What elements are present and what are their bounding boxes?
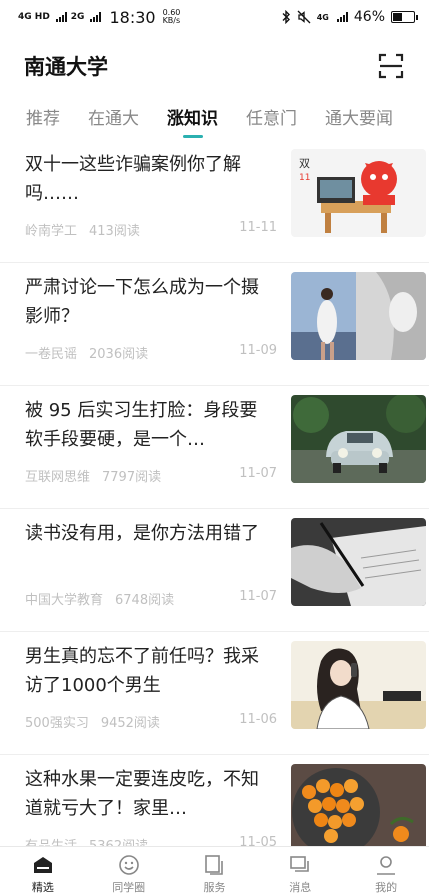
list-item[interactable]: 严肃讨论一下怎么成为一个摄影师？ 一卷民谣 2036阅读 11-09 bbox=[0, 263, 429, 386]
article-date: 11-07 bbox=[239, 589, 277, 604]
signal-bars-icon bbox=[90, 12, 102, 22]
article-thumbnail bbox=[291, 764, 426, 846]
article-source: 一卷民谣 bbox=[25, 347, 78, 362]
battery-percent: 46% bbox=[353, 9, 385, 25]
page-title: 南通大学 bbox=[24, 55, 108, 79]
article-source: 中国大学教育 bbox=[25, 593, 104, 608]
article-reads: 9452阅读 bbox=[100, 716, 160, 731]
article-thumbnail bbox=[291, 641, 426, 729]
nav-label: 同学圈 bbox=[112, 881, 146, 894]
svg-text:双: 双 bbox=[299, 157, 310, 170]
list-item[interactable]: 读书没有用，是你方法用错了 中国大学教育 6748阅读 11-07 bbox=[0, 509, 429, 632]
article-meta: 一卷民谣 2036阅读 11-09 bbox=[25, 343, 277, 362]
nav-featured[interactable]: 精选 bbox=[0, 847, 86, 896]
home-icon bbox=[33, 857, 52, 873]
article-meta: 500强实习 9452阅读 11-06 bbox=[25, 712, 277, 731]
nav-label: 服务 bbox=[203, 881, 226, 894]
nav-profile[interactable]: 我的 bbox=[343, 847, 429, 896]
signal-bars-icon bbox=[55, 12, 67, 22]
article-thumbnail: 双 11 bbox=[291, 149, 426, 237]
smile-icon bbox=[118, 855, 139, 875]
article-meta: 中国大学教育 6748阅读 11-07 bbox=[25, 589, 277, 608]
article-source: 互联网思维 bbox=[25, 470, 91, 485]
network-speed: 0.60 KB/s bbox=[163, 9, 181, 25]
article-title: 严肃讨论一下怎么成为一个摄影师？ bbox=[25, 277, 259, 327]
profile-icon bbox=[377, 856, 396, 875]
article-source: 有品生活 bbox=[25, 835, 77, 846]
list-item[interactable]: 这种水果一定要连皮吃，不知道就亏大了！家里… 有品生活 5362阅读 11-05 bbox=[0, 755, 429, 846]
signal-4g-icon: 4G HD bbox=[18, 11, 50, 22]
article-date: 11-06 bbox=[239, 712, 277, 727]
article-source: 500强实习 bbox=[25, 716, 89, 731]
app-header: 南通大学 bbox=[0, 44, 429, 88]
article-reads: 7797阅读 bbox=[102, 470, 162, 485]
article-title: 被 95 后实习生打脸：身段要软手段要硬，是一个… bbox=[25, 400, 258, 450]
article-date: 11-05 bbox=[239, 835, 277, 846]
signal-bars-icon bbox=[336, 12, 348, 22]
service-icon bbox=[205, 855, 224, 875]
article-date: 11-07 bbox=[239, 466, 277, 481]
article-source: 岭南学工 bbox=[25, 224, 78, 239]
article-date: 11-11 bbox=[239, 220, 277, 235]
tab-university-news[interactable]: 通大要闻 bbox=[325, 104, 393, 129]
status-bar: 4G HD 2G 18:30 0.60 KB/s 4G 46% bbox=[0, 0, 429, 34]
article-title: 这种水果一定要连皮吃，不知道就亏大了！家里… bbox=[25, 769, 259, 819]
nav-messages[interactable]: 消息 bbox=[257, 847, 343, 896]
network-label-3: 4G bbox=[316, 12, 329, 22]
tab-portal[interactable]: 任意门 bbox=[246, 104, 297, 129]
list-item[interactable]: 被 95 后实习生打脸：身段要软手段要硬，是一个… 互联网思维 7797阅读 1… bbox=[0, 386, 429, 509]
article-reads: 2036阅读 bbox=[89, 347, 149, 362]
clock: 18:30 bbox=[109, 7, 156, 27]
article-list: 双十一这些诈骗案例你了解吗…… 岭南学工 413阅读 11-11 双 11 严肃… bbox=[0, 140, 429, 846]
article-thumbnail bbox=[291, 395, 426, 483]
article-date: 11-09 bbox=[239, 343, 277, 358]
nav-services[interactable]: 服务 bbox=[172, 847, 258, 896]
signal-2g-icon: 2G bbox=[70, 11, 85, 22]
network-label-1: 4G HD bbox=[18, 11, 50, 22]
tab-knowledge[interactable]: 涨知识 bbox=[167, 104, 218, 129]
bottom-nav: 精选 同学圈 服务 消息 我的 bbox=[0, 846, 429, 896]
list-item[interactable]: 双十一这些诈骗案例你了解吗…… 岭南学工 413阅读 11-11 双 11 bbox=[0, 140, 429, 263]
article-title: 双十一这些诈骗案例你了解吗…… bbox=[25, 154, 241, 204]
article-title: 读书没有用，是你方法用错了 bbox=[25, 523, 259, 544]
article-meta: 岭南学工 413阅读 11-11 bbox=[25, 220, 277, 239]
nav-label: 我的 bbox=[375, 881, 398, 894]
mute-icon bbox=[297, 10, 311, 24]
category-tabs: 推荐 在通大 涨知识 任意门 通大要闻 bbox=[0, 96, 429, 136]
bluetooth-icon bbox=[282, 10, 290, 24]
svg-text:11: 11 bbox=[299, 173, 310, 183]
list-item[interactable]: 男生真的忘不了前任吗？我采访了1000个男生 500强实习 9452阅读 11-… bbox=[0, 632, 429, 755]
message-icon bbox=[290, 856, 310, 872]
network-label-2: 2G bbox=[70, 11, 85, 22]
article-thumbnail bbox=[291, 518, 426, 606]
battery-icon bbox=[391, 11, 418, 23]
article-meta: 互联网思维 7797阅读 11-07 bbox=[25, 466, 277, 485]
scan-icon[interactable] bbox=[377, 52, 405, 80]
article-reads: 5362阅读 bbox=[89, 835, 148, 846]
speed-unit: KB/s bbox=[162, 16, 181, 25]
tab-on-campus[interactable]: 在通大 bbox=[88, 104, 139, 129]
article-title: 男生真的忘不了前任吗？我采访了1000个男生 bbox=[25, 646, 259, 696]
article-reads: 413阅读 bbox=[89, 224, 140, 239]
article-meta: 有品生活 5362阅读 11-05 bbox=[25, 835, 277, 846]
tab-recommend[interactable]: 推荐 bbox=[26, 104, 60, 129]
article-reads: 6748阅读 bbox=[115, 593, 175, 608]
article-thumbnail bbox=[291, 272, 426, 360]
nav-label: 精选 bbox=[31, 881, 54, 894]
nav-label: 消息 bbox=[289, 881, 312, 894]
nav-classmates[interactable]: 同学圈 bbox=[86, 847, 172, 896]
